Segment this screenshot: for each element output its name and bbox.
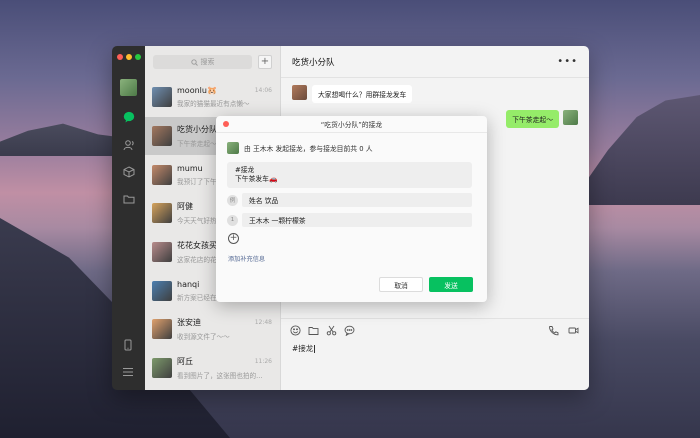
- chat-time: 14:06: [254, 87, 272, 94]
- background-cliff: [585, 95, 700, 205]
- emoji-icon[interactable]: [290, 325, 301, 336]
- chat-avatar: [152, 358, 172, 379]
- send-button[interactable]: 发送: [429, 277, 473, 292]
- screenshot-icon[interactable]: [326, 325, 337, 336]
- chat-avatar: [152, 164, 172, 185]
- add-extra-info-link[interactable]: 添加补充信息: [228, 254, 265, 263]
- conversation-title: 吃货小分队: [292, 57, 335, 68]
- self-avatar[interactable]: [563, 110, 578, 125]
- chat-avatar: [152, 203, 172, 224]
- chain-info: 由 王木木 发起接龙，参与接龙目前共 0 人: [227, 142, 373, 154]
- entry-field[interactable]: 王木木 一颗柠檬茶: [242, 213, 472, 227]
- chat-list-item[interactable]: 张安迪 收到源文件了～～ 12:48: [145, 310, 280, 349]
- topic-line-1: #接龙: [235, 166, 255, 174]
- window-controls: [117, 54, 141, 60]
- search-input[interactable]: 搜索: [153, 55, 252, 69]
- chat-list-item[interactable]: moonlu🐹 我家的猫猫最近有点懒～ 14:06: [145, 78, 280, 117]
- chat-avatar: [152, 319, 172, 340]
- chat-preview: 我家的猫猫最近有点懒～: [177, 100, 250, 109]
- user-avatar[interactable]: [120, 79, 137, 96]
- search-placeholder: 搜索: [200, 58, 215, 66]
- dialog-title: “吃货小分队”的接龙: [320, 121, 383, 129]
- chat-time: 12:48: [254, 319, 272, 327]
- close-window-button[interactable]: [117, 54, 123, 60]
- chain-topic-field[interactable]: #接龙 下午茶发车🚗: [227, 162, 472, 188]
- chat-list-item[interactable]: 阿丘 看到图片了，这张图也拍的... 11:26: [145, 349, 280, 388]
- sidebar-rail: [112, 46, 145, 390]
- dialog-close-button[interactable]: [223, 121, 229, 127]
- conversation-header: 吃货小分队 •••: [281, 46, 589, 78]
- example-index: 例: [227, 194, 238, 206]
- voice-call-icon[interactable]: [548, 325, 559, 336]
- minimize-window-button[interactable]: [126, 54, 132, 60]
- dialog-title-bar: “吃货小分队”的接龙: [216, 116, 487, 133]
- message-bubble-self[interactable]: 下午茶走起～: [506, 110, 559, 128]
- call-tools: [548, 325, 579, 336]
- list-toolbar: 搜索 +: [145, 46, 280, 78]
- chat-avatar: [152, 87, 172, 108]
- add-entry-icon[interactable]: +: [228, 233, 239, 244]
- initiator-avatar: [227, 142, 239, 154]
- topic-line-2: 下午茶发车🚗: [235, 175, 278, 183]
- example-row: 例 姓名 饮品: [227, 193, 472, 207]
- chat-avatar: [152, 126, 172, 147]
- chat-history-icon[interactable]: [344, 325, 355, 336]
- file-icon[interactable]: [308, 325, 319, 336]
- message-composer: #接龙: [281, 318, 589, 390]
- cancel-button[interactable]: 取消: [379, 277, 423, 292]
- new-chat-button[interactable]: +: [258, 55, 272, 69]
- incoming-message: 大家想喝什么？用群接龙发车: [292, 85, 413, 103]
- zoom-window-button[interactable]: [135, 54, 141, 60]
- folder-icon[interactable]: [122, 192, 135, 205]
- entry-row: 1 王木木 一颗柠檬茶: [227, 213, 472, 227]
- sender-avatar[interactable]: [292, 85, 307, 100]
- message-input[interactable]: #接龙: [292, 343, 316, 354]
- composer-tools: [290, 325, 355, 336]
- outgoing-message: 下午茶走起～: [506, 110, 578, 128]
- chat-icon[interactable]: [122, 110, 135, 123]
- video-call-icon[interactable]: [568, 325, 579, 336]
- menu-icon[interactable]: [122, 366, 135, 379]
- cube-icon[interactable]: [122, 165, 135, 178]
- contacts-icon[interactable]: [122, 138, 135, 151]
- chat-preview: 收到源文件了～～: [177, 333, 230, 342]
- more-options-button[interactable]: •••: [557, 56, 578, 67]
- group-chain-dialog: “吃货小分队”的接龙 由 王木木 发起接龙，参与接龙目前共 0 人 #接龙 下午…: [216, 116, 487, 302]
- example-field[interactable]: 姓名 饮品: [242, 193, 472, 207]
- search-icon: [190, 58, 198, 66]
- chat-time: 11:26: [254, 357, 272, 365]
- phone-icon[interactable]: [122, 339, 135, 352]
- message-bubble[interactable]: 大家想喝什么？用群接龙发车: [312, 85, 413, 103]
- entry-index: 1: [227, 214, 238, 226]
- chat-avatar: [152, 280, 172, 301]
- chain-info-text: 由 王木木 发起接龙，参与接龙目前共 0 人: [244, 145, 373, 153]
- chat-avatar: [152, 242, 172, 263]
- chat-preview: 看到图片了，这张图也拍的...: [177, 372, 263, 381]
